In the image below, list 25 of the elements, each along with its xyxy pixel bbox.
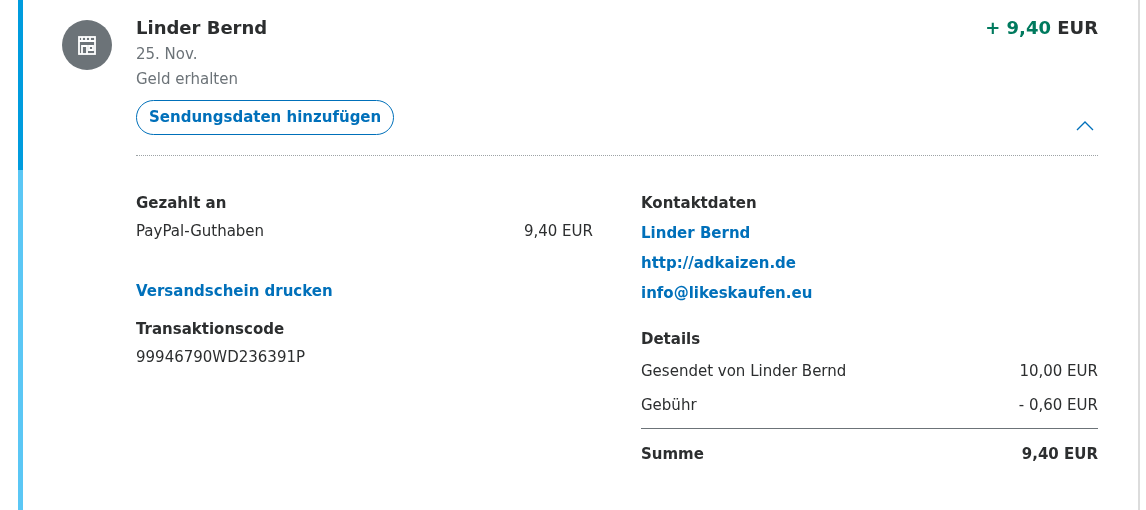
add-shipping-button[interactable]: Sendungsdaten hinzufügen	[136, 100, 395, 135]
detail-amount: - 0,60 EUR	[1018, 394, 1098, 416]
chevron-up-icon[interactable]	[1076, 120, 1094, 131]
section-title: Details	[641, 328, 702, 350]
contact-link[interactable]: info@likeskaufen.eu	[641, 283, 813, 302]
currency-label: EUR	[1057, 17, 1098, 38]
funding-source: PayPal-Guthaben	[136, 220, 265, 242]
transaction-status: Geld erhalten	[136, 69, 239, 90]
total-label: Summe	[641, 443, 704, 465]
detail-amount: 10,00 EUR	[1019, 360, 1098, 382]
detail-label: Gesendet von Linder Bernd	[641, 360, 847, 382]
transaction-date: 25. Nov.	[136, 44, 199, 65]
section-title: Kontaktdaten	[641, 192, 758, 214]
contact-link[interactable]: http://adkaizen.de	[641, 253, 796, 272]
merchant-name: Linder Bernd	[136, 16, 269, 40]
total-amount: 9,40 EUR	[1021, 443, 1098, 465]
detail-label: Gebühr	[641, 394, 697, 416]
funding-amount: 9,40 EUR	[523, 220, 593, 242]
print-label-link[interactable]: Versandschein drucken	[136, 281, 333, 300]
transaction-code: 99946790WD236391P	[136, 346, 307, 368]
contact-link[interactable]: Linder Bernd	[641, 223, 751, 242]
store-icon	[62, 20, 112, 70]
amount-value: + 9,40	[985, 17, 1051, 38]
section-title: Gezahlt an	[136, 192, 228, 214]
section-title: Transaktionscode	[136, 318, 286, 340]
